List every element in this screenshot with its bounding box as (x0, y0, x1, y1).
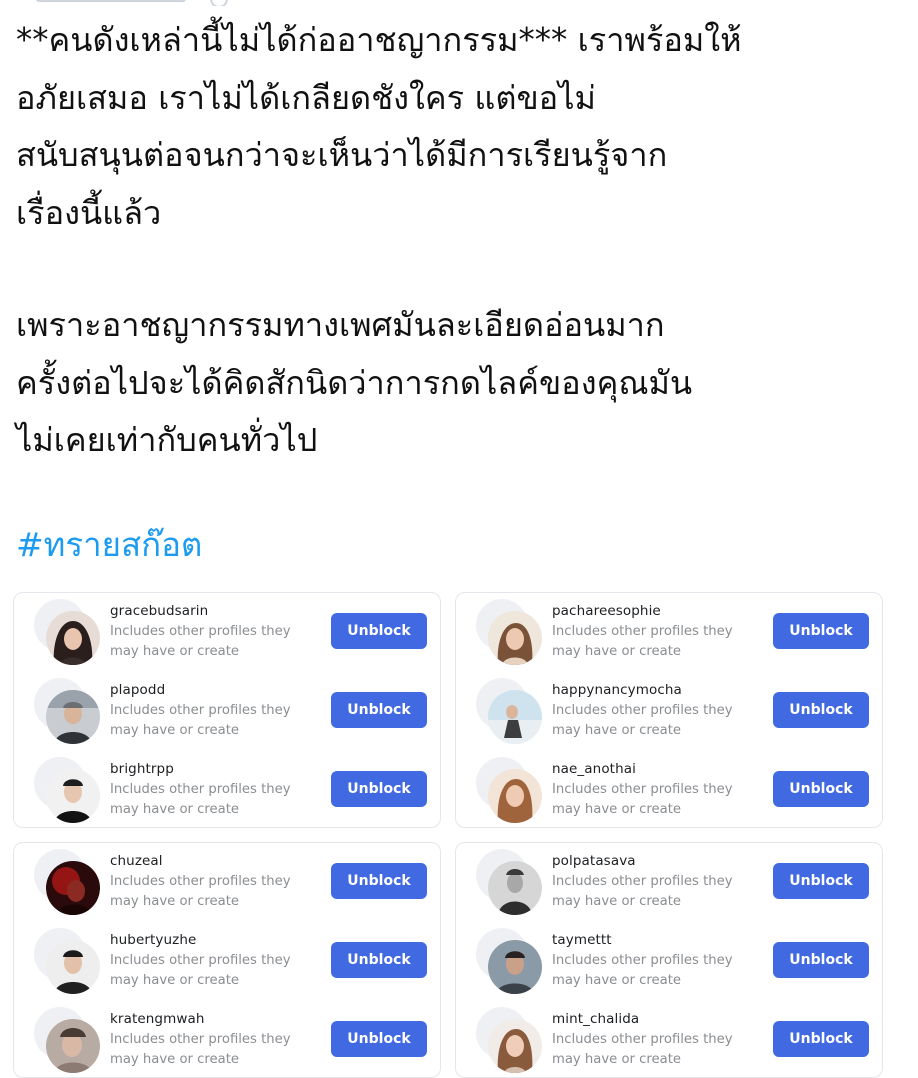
account-description: Includes other profiles they may have or… (552, 782, 733, 817)
account-username: brightrpp (110, 761, 174, 777)
blocked-account-row: chuzeal Includes other profiles they may… (14, 849, 440, 927)
blocked-account-row: kratengmwah Includes other profiles they… (14, 1007, 440, 1077)
account-description: Includes other profiles they may have or… (110, 624, 291, 659)
blocked-accounts-panel: polpatasava Includes other profiles they… (455, 842, 883, 1078)
account-username: nae_anothai (552, 761, 636, 777)
account-username: mint_chalida (552, 1011, 640, 1027)
avatar (46, 690, 100, 744)
unblock-button[interactable]: Unblock (773, 613, 869, 649)
tweet-text-line: เพราะอาชญากรรมทางเพศมันละเอียดอ่อนมาก (16, 306, 665, 344)
unblock-button[interactable]: Unblock (773, 942, 869, 978)
unblock-button[interactable]: Unblock (331, 692, 427, 728)
blocked-account-row: mint_chalida Includes other profiles the… (456, 1007, 882, 1077)
blocked-account-row: gracebudsarin Includes other profiles th… (14, 599, 440, 677)
blocked-account-row: happynancymocha Includes other profiles … (456, 678, 882, 756)
account-description: Includes other profiles they may have or… (110, 874, 291, 909)
account-description: Includes other profiles they may have or… (552, 874, 733, 909)
tweet-text-line: ครั้งต่อไปจะได้คิดสักนิดว่าการกดไลค์ของค… (16, 363, 693, 402)
blocked-account-row: nae_anothai Includes other profiles they… (456, 757, 882, 827)
blocked-accounts-panel: gracebudsarin Includes other profiles th… (13, 592, 441, 828)
account-description: Includes other profiles they may have or… (552, 953, 733, 988)
unblock-button[interactable]: Unblock (331, 771, 427, 807)
account-username: chuzeal (110, 853, 163, 869)
cropped-at-icon (210, 0, 228, 6)
account-username: hubertyuzhe (110, 932, 197, 948)
avatar (488, 1019, 542, 1073)
unblock-button[interactable]: Unblock (773, 692, 869, 728)
account-description: Includes other profiles they may have or… (110, 1032, 291, 1067)
tweet-text-line: สนับสนุนต่อจนกว่าจะเห็นว่าได้มีการเรียนร… (16, 136, 668, 174)
unblock-button[interactable]: Unblock (331, 863, 427, 899)
unblock-button[interactable]: Unblock (773, 771, 869, 807)
account-description: Includes other profiles they may have or… (110, 782, 291, 817)
tweet-text-line: ไม่เคยเท่ากับคนทั่วไป (16, 421, 318, 459)
avatar (488, 611, 542, 665)
account-description: Includes other profiles they may have or… (110, 953, 291, 988)
account-description: Includes other profiles they may have or… (552, 624, 733, 659)
account-username: taymettt (552, 932, 612, 948)
unblock-button[interactable]: Unblock (331, 942, 427, 978)
avatar (46, 940, 100, 994)
avatar (488, 940, 542, 994)
account-username: pachareesophie (552, 603, 661, 619)
blocked-accounts-panel: chuzeal Includes other profiles they may… (13, 842, 441, 1078)
blocked-accounts-panel: pachareesophie Includes other profiles t… (455, 592, 883, 828)
account-username: plapodd (110, 682, 166, 698)
hashtag-link[interactable]: #ทรายสก๊อต (16, 520, 202, 570)
avatar (46, 861, 100, 915)
account-username: happynancymocha (552, 682, 682, 698)
tweet-text-line: เรื่องนี้แล้ว (16, 193, 162, 232)
account-username: polpatasava (552, 853, 636, 869)
tweet-text-paragraph-1: **คนดังเหล่านี้ไม่ได้ก่ออาชญากรรม*** เรา… (16, 12, 742, 242)
account-username: kratengmwah (110, 1011, 205, 1027)
avatar (46, 1019, 100, 1073)
account-description: Includes other profiles they may have or… (552, 1032, 733, 1067)
account-description: Includes other profiles they may have or… (552, 703, 733, 738)
unblock-button[interactable]: Unblock (331, 1021, 427, 1057)
tweet-text-line: **คนดังเหล่านี้ไม่ได้ก่ออาชญากรรม*** เรา… (16, 21, 742, 59)
blocked-account-row: polpatasava Includes other profiles they… (456, 849, 882, 927)
avatar (488, 690, 542, 744)
avatar (488, 861, 542, 915)
cropped-tweet-header (0, 0, 918, 6)
unblock-button[interactable]: Unblock (331, 613, 427, 649)
tweet-text-line: อภัยเสมอ เราไม่ได้เกลียดชังใคร แต่ขอไม่ (16, 78, 596, 117)
blocked-account-row: hubertyuzhe Includes other profiles they… (14, 928, 440, 1006)
avatar (488, 769, 542, 823)
blocked-account-row: plapodd Includes other profiles they may… (14, 678, 440, 756)
blocked-account-row: brightrpp Includes other profiles they m… (14, 757, 440, 827)
unblock-button[interactable]: Unblock (773, 1021, 869, 1057)
tweet-text-paragraph-2: เพราะอาชญากรรมทางเพศมันละเอียดอ่อนมาก คร… (16, 297, 692, 470)
blocked-account-row: pachareesophie Includes other profiles t… (456, 599, 882, 677)
cropped-author-line (36, 0, 186, 2)
blocked-account-row: taymettt Includes other profiles they ma… (456, 928, 882, 1006)
unblock-button[interactable]: Unblock (773, 863, 869, 899)
account-description: Includes other profiles they may have or… (110, 703, 291, 738)
avatar (46, 611, 100, 665)
avatar (46, 769, 100, 823)
account-username: gracebudsarin (110, 603, 209, 619)
